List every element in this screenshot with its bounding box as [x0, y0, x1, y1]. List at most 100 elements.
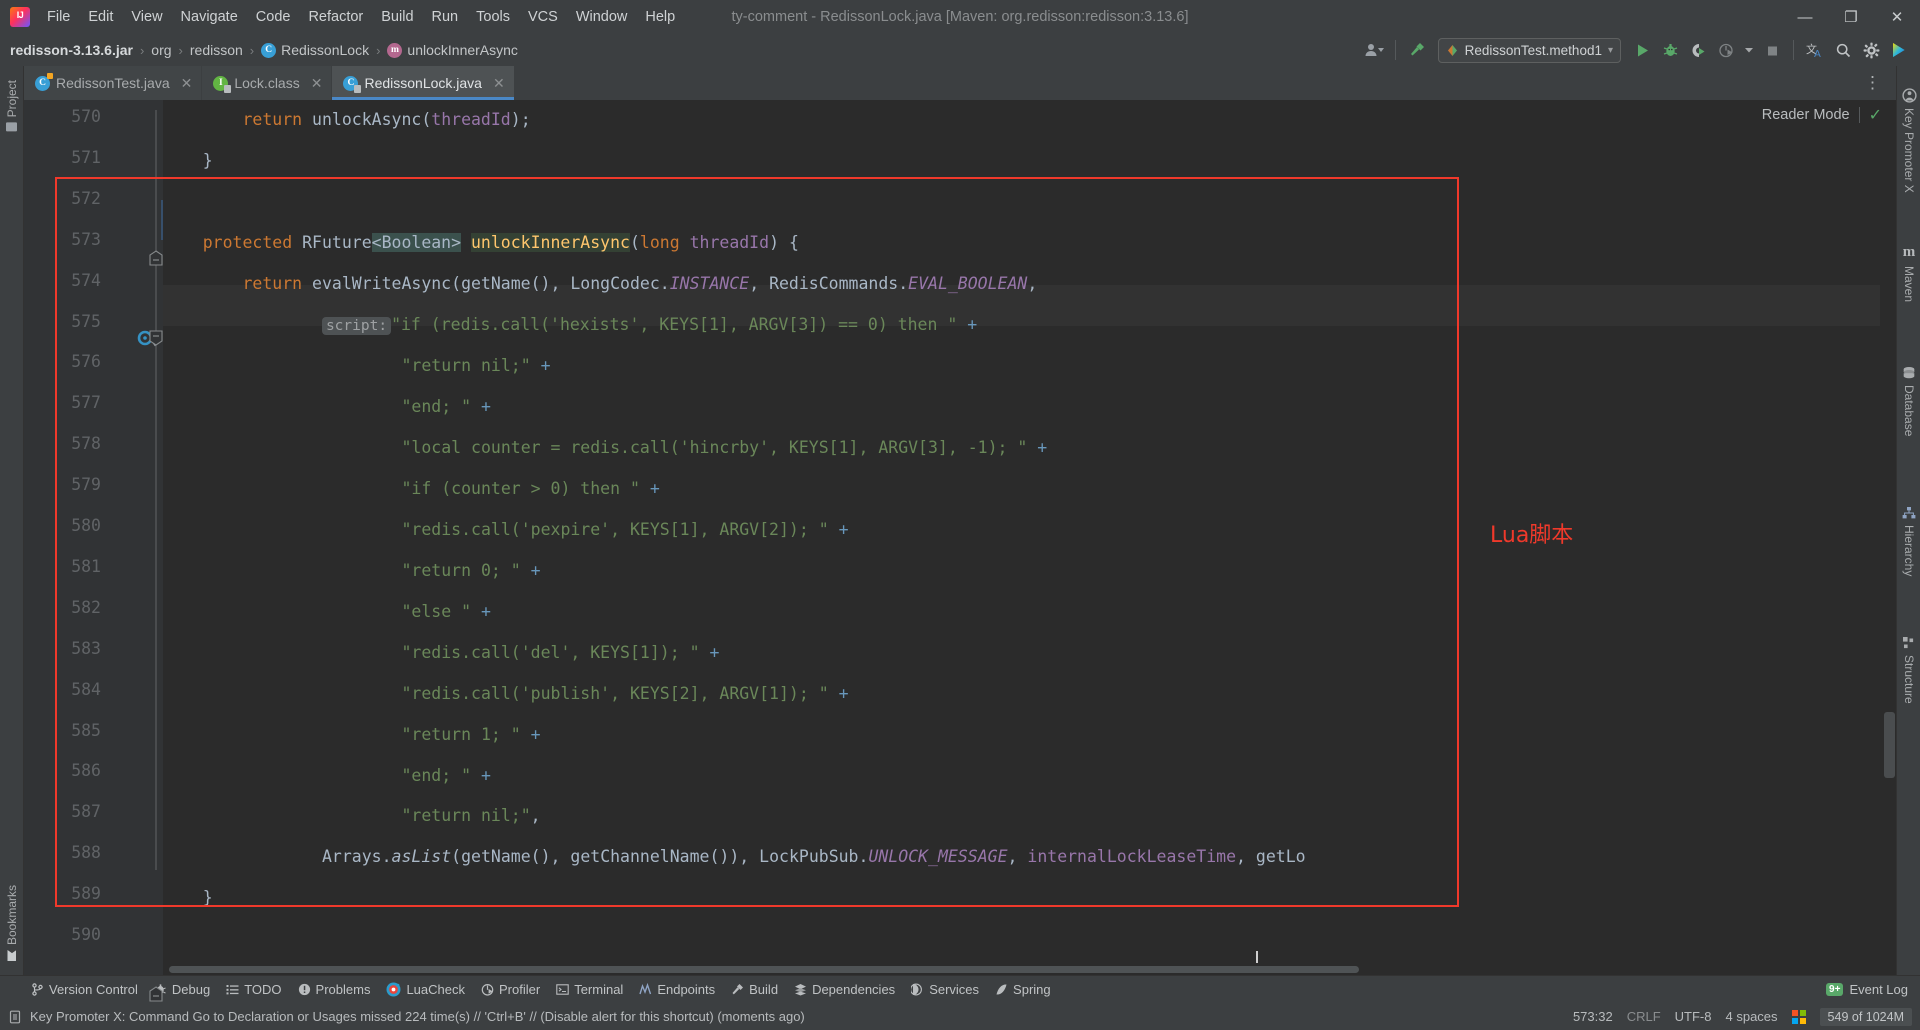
horizontal-scrollbar[interactable]: [163, 963, 1880, 975]
tool-window-todo[interactable]: TODO: [219, 979, 288, 1000]
menu-help[interactable]: Help: [636, 5, 684, 29]
profiler-icon[interactable]: [1713, 37, 1739, 63]
translate-icon[interactable]: 文 A: [1802, 37, 1828, 63]
run-with-coverage-icon[interactable]: [1685, 37, 1711, 63]
notification-icon[interactable]: [8, 1010, 22, 1024]
sidebar-item-bookmarks-label: Bookmarks: [5, 884, 19, 945]
lock-badge-icon: [224, 84, 232, 93]
sidebar-item-database[interactable]: Database: [1897, 366, 1920, 436]
tool-window-profiler[interactable]: Profiler: [474, 979, 547, 1000]
search-everywhere-icon[interactable]: [1830, 37, 1856, 63]
sidebar-item-structure[interactable]: Structure: [1897, 636, 1920, 704]
tool-window-spring-label: Spring: [1013, 982, 1051, 997]
encoding-indicator[interactable]: UTF-8: [1675, 1009, 1712, 1024]
close-icon[interactable]: ✕: [181, 75, 193, 92]
close-button[interactable]: ✕: [1874, 0, 1920, 34]
tool-window-debug-label: Debug: [171, 982, 211, 997]
menu-navigate-label: Navigate: [180, 9, 238, 25]
sidebar-item-key-promoter-x[interactable]: Key Promoter X: [1897, 88, 1920, 193]
breadcrumb-separator: ›: [376, 42, 381, 58]
sidebar-item-project[interactable]: Project: [0, 74, 24, 137]
breadcrumb-method[interactable]: m unlockInnerAsync: [387, 42, 518, 58]
tool-window-dependencies-label: Dependencies: [812, 982, 896, 997]
sidebar-item-bookmarks[interactable]: Bookmarks: [0, 879, 24, 967]
tool-window-build[interactable]: Build: [724, 979, 785, 1000]
ide-assistant-icon[interactable]: [1886, 37, 1912, 63]
menu-window[interactable]: Window: [567, 5, 637, 29]
event-log-badge: 9+: [1826, 983, 1844, 996]
tool-window-terminal[interactable]: Terminal: [549, 979, 630, 1000]
editor-gutter[interactable]: 570 571 572 573 574 575 576 577 578 579 580 581 582 5…: [24, 100, 163, 1002]
tool-window-services[interactable]: Services: [904, 979, 986, 1000]
editor-tab-redissontest[interactable]: C RedissonTest.java ✕: [24, 66, 203, 100]
sidebar-item-structure-label: Structure: [1902, 655, 1916, 704]
breadcrumb-redisson[interactable]: redisson: [190, 42, 243, 58]
editor-tab-redissonlock[interactable]: C RedissonLock.java ✕: [332, 66, 515, 100]
minimize-button[interactable]: —: [1782, 0, 1828, 34]
code-editor[interactable]: Reader Mode ✓ 570 571 572 573 574 575 576 577 57…: [24, 100, 1896, 1002]
right-tool-strip: Key Promoter X m Maven Database Hierarch…: [1896, 66, 1920, 975]
menu-vcs[interactable]: VCS: [519, 5, 567, 29]
menu-run[interactable]: Run: [423, 5, 468, 29]
hierarchy-icon: [1902, 507, 1916, 519]
menu-edit[interactable]: Edit: [79, 5, 122, 29]
close-icon[interactable]: ✕: [493, 75, 505, 92]
tool-window-version-control[interactable]: Version Control: [24, 979, 145, 1000]
tool-window-luacheck[interactable]: LuaCheck: [379, 979, 472, 1000]
menu-view-label: View: [131, 9, 163, 25]
event-log-button[interactable]: 9+ Event Log: [1826, 982, 1914, 997]
build-hammer-icon[interactable]: [1404, 37, 1430, 63]
close-icon[interactable]: ✕: [311, 75, 323, 92]
menu-navigate[interactable]: Navigate: [172, 5, 247, 29]
tab-bar-actions: ⋮: [1858, 66, 1896, 100]
endpoints-icon: [639, 983, 652, 995]
scrollbar-thumb[interactable]: [169, 966, 1359, 973]
tool-window-problems[interactable]: Problems: [291, 979, 378, 1000]
menu-tools[interactable]: Tools: [467, 5, 519, 29]
structure-icon: [1903, 637, 1914, 649]
vertical-scrollbar-thumb[interactable]: [1884, 712, 1895, 778]
tool-window-spring[interactable]: Spring: [988, 979, 1058, 1000]
status-bar-right: 573:32 CRLF UTF-8 4 spaces 549 of 1024M: [1573, 1007, 1912, 1026]
debug-icon[interactable]: [1657, 37, 1683, 63]
more-run-chevron-icon[interactable]: [1741, 37, 1757, 63]
fold-collapse-icon: [149, 250, 163, 266]
windows-logo-icon[interactable]: [1791, 1009, 1806, 1024]
settings-gear-icon[interactable]: [1858, 37, 1884, 63]
tool-window-dependencies[interactable]: Dependencies: [787, 979, 902, 1000]
error-stripe-marker-column[interactable]: [1880, 100, 1896, 975]
sidebar-item-hierarchy[interactable]: Hierarchy: [1897, 506, 1920, 576]
menu-code-label: Code: [255, 9, 291, 25]
menu-refactor[interactable]: Refactor: [299, 5, 372, 29]
maximize-button[interactable]: ❐: [1828, 0, 1874, 34]
code-text-area[interactable]: return unlockAsync(threadId); } protecte…: [163, 100, 1880, 975]
menu-view[interactable]: View: [122, 5, 171, 29]
menu-file[interactable]: File: [38, 5, 79, 29]
window-controls: — ❐ ✕: [1782, 0, 1920, 34]
indent-indicator[interactable]: 4 spaces: [1726, 1009, 1778, 1024]
chevron-down-icon: ▾: [1607, 44, 1613, 56]
breadcrumb-org[interactable]: org: [151, 42, 171, 58]
user-account-icon[interactable]: [1361, 37, 1387, 63]
line-separator-indicator[interactable]: CRLF: [1627, 1009, 1661, 1024]
menu-edit-label: Edit: [88, 9, 114, 25]
reader-mode-indicator[interactable]: Reader Mode ✓: [1762, 105, 1882, 125]
editor-tab-lock-class[interactable]: I Lock.class ✕: [202, 66, 333, 100]
run-configuration-selector[interactable]: RedissonTest.method1 ▾: [1437, 37, 1621, 63]
tool-window-endpoints[interactable]: Endpoints: [632, 979, 722, 1000]
class-icon: C: [261, 42, 277, 58]
menu-build[interactable]: Build: [372, 5, 422, 29]
run-icon[interactable]: [1629, 37, 1655, 63]
editor-tab-label: RedissonLock.java: [364, 75, 482, 91]
sidebar-item-maven[interactable]: m Maven: [1897, 244, 1920, 302]
annotation-label: Lua脚本: [1490, 523, 1574, 548]
stop-icon[interactable]: [1759, 37, 1785, 63]
caret-position-indicator[interactable]: 573:32: [1573, 1009, 1613, 1024]
menu-code[interactable]: Code: [247, 5, 300, 29]
memory-indicator[interactable]: 549 of 1024M: [1819, 1007, 1912, 1026]
event-log-label: Event Log: [1849, 982, 1908, 997]
breadcrumb-jar[interactable]: redisson-3.13.6.jar: [10, 42, 133, 58]
breadcrumb-class[interactable]: C RedissonLock: [261, 42, 369, 58]
tab-overflow-icon[interactable]: ⋮: [1858, 73, 1888, 93]
menu-tools-label: Tools: [476, 9, 510, 25]
